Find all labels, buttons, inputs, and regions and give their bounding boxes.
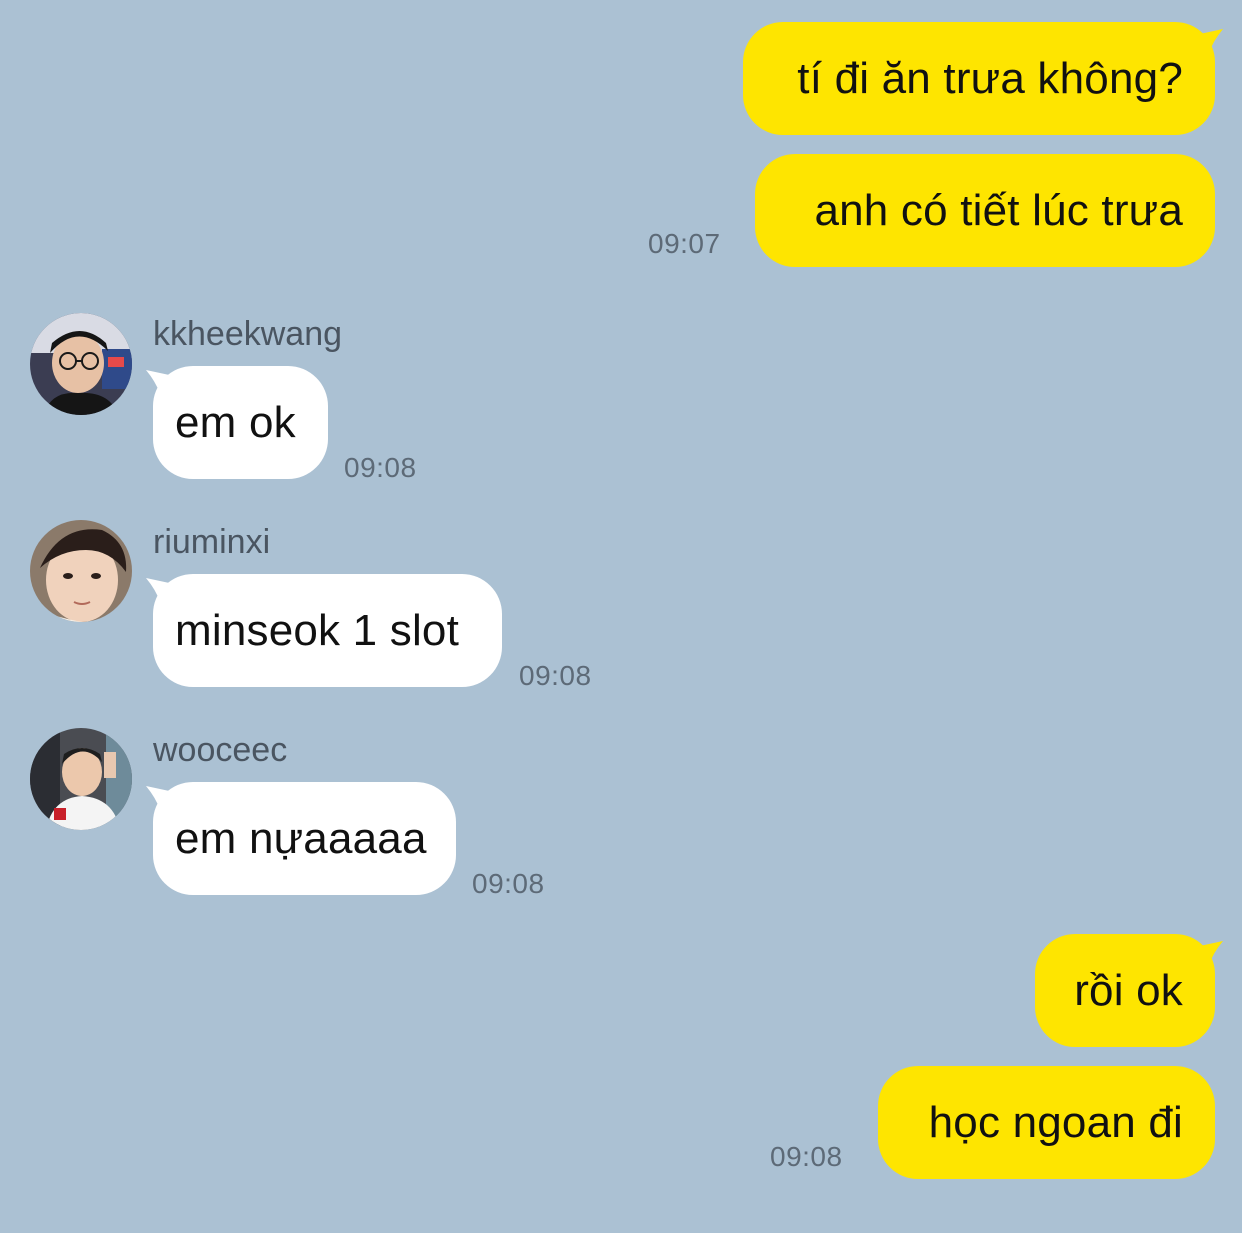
message-text: em ok: [175, 397, 296, 447]
sender-name: wooceec: [153, 731, 288, 769]
message-text: minseok 1 slot: [175, 605, 460, 655]
message-text: rồi ok: [1074, 965, 1183, 1015]
avatar-wooceec[interactable]: [30, 728, 132, 830]
avatar-kkheekwang[interactable]: [30, 313, 132, 415]
incoming-message-bubble[interactable]: em nựaaaaa: [153, 782, 456, 895]
message-timestamp: 09:08: [519, 660, 592, 691]
message-timestamp: 09:07: [648, 228, 721, 259]
incoming-message-bubble[interactable]: em ok: [153, 366, 328, 479]
outgoing-message-bubble[interactable]: tí đi ăn trưa không?: [743, 22, 1215, 135]
sender-name: kkheekwang: [153, 315, 343, 353]
outgoing-message-bubble[interactable]: rồi ok: [1035, 934, 1215, 1047]
message-text: tí đi ăn trưa không?: [797, 53, 1183, 103]
outgoing-message-bubble[interactable]: anh có tiết lúc trưa: [755, 154, 1215, 267]
sender-name: riuminxi: [153, 523, 271, 561]
avatar-riuminxi[interactable]: [30, 520, 132, 622]
message-text: anh có tiết lúc trưa: [814, 185, 1183, 235]
message-timestamp: 09:08: [770, 1141, 843, 1172]
incoming-message-bubble[interactable]: minseok 1 slot: [153, 574, 502, 687]
message-text: em nựaaaaa: [175, 813, 427, 863]
outgoing-message-bubble[interactable]: học ngoan đi: [878, 1066, 1215, 1179]
message-timestamp: 09:08: [344, 452, 417, 483]
message-timestamp: 09:08: [472, 868, 545, 899]
message-text: học ngoan đi: [928, 1097, 1183, 1147]
